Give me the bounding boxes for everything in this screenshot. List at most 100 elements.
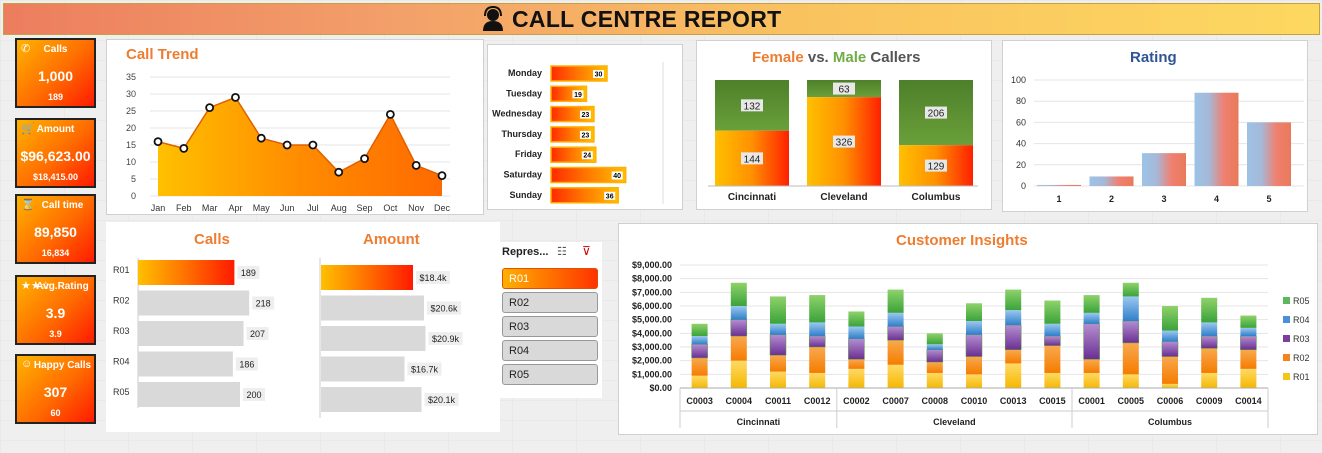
y-tick-label: 80	[1016, 96, 1026, 106]
male-value: 206	[928, 109, 945, 120]
y-tick-label: $0.00	[649, 383, 672, 393]
x-tick-label: Feb	[176, 203, 192, 213]
segment-r03	[1044, 335, 1061, 346]
slicer-item-r01[interactable]: R01	[502, 268, 598, 289]
amount-bar	[321, 265, 413, 290]
city-label: Cleveland	[820, 192, 867, 203]
x-tick-label: Aug	[331, 203, 347, 213]
data-label: 40	[613, 173, 621, 180]
customer-label: C0011	[765, 396, 791, 406]
trend-point	[256, 133, 266, 143]
segment-r01	[809, 372, 826, 388]
x-tick-label: Jun	[280, 203, 295, 213]
y-tick-label: 30	[126, 89, 136, 99]
trend-point	[308, 140, 318, 150]
segment-r04	[1005, 310, 1022, 326]
segment-r04	[1162, 330, 1178, 342]
y-tick-label: $1,000.00	[632, 369, 672, 379]
kpi-label: Avg.Rating	[36, 281, 89, 292]
trend-point	[179, 144, 189, 153]
segment-r01	[730, 360, 747, 388]
amount-value: $20.9k	[432, 334, 460, 344]
trend-point	[437, 171, 447, 181]
headset-person-icon	[483, 6, 503, 31]
segment-r05	[887, 289, 904, 313]
rep-label: R05	[113, 387, 130, 397]
legend-label: R02	[1293, 353, 1310, 363]
calls-value: 207	[250, 329, 265, 339]
segment-r02	[1083, 359, 1100, 373]
segment-r01	[848, 368, 865, 388]
kpi-value: 3.9	[45, 305, 66, 321]
data-label: 23	[582, 132, 590, 139]
kpi-sub-value: 189	[47, 92, 64, 102]
slicer-item-r05[interactable]: R05	[502, 364, 598, 385]
amount-bar	[321, 356, 405, 382]
trend-area	[158, 97, 442, 196]
segment-r05	[1083, 295, 1100, 313]
slicer-item-r04[interactable]: R04	[502, 340, 598, 361]
x-tick-label: Oct	[383, 203, 398, 213]
y-tick-label: $9,000.00	[632, 260, 672, 270]
male-value: 132	[744, 101, 761, 112]
group-label: Cincinnati	[737, 417, 781, 427]
rating-chart: 0 20 40 60 80 100 1 2 3 4 5	[1011, 75, 1304, 204]
trend-point	[411, 161, 421, 170]
x-tick-label: May	[253, 203, 271, 213]
x-tick-label: Dec	[434, 203, 451, 213]
segment-r02	[1044, 345, 1061, 373]
calls-value: 200	[246, 390, 261, 400]
segment-r03	[691, 344, 708, 359]
segment-r05	[1122, 282, 1139, 297]
data-label: 23	[582, 112, 590, 119]
amount-bar	[321, 326, 426, 351]
segment-r04	[926, 344, 943, 350]
group-label: Cleveland	[933, 417, 976, 427]
kpi-card-avg-rating: ★★☆ Avg.Rating 3.9 3.9	[15, 275, 96, 345]
segment-r01	[1005, 363, 1022, 388]
legend-swatch-r05	[1283, 297, 1290, 304]
page-title: CALL CENTRE REPORT	[512, 5, 782, 32]
segment-r04	[1201, 322, 1218, 337]
slicer-item-r03[interactable]: R03	[502, 316, 598, 337]
segment-r05	[1162, 306, 1178, 331]
segment-r03	[1200, 335, 1218, 349]
slicer-item-r02[interactable]: R02	[502, 292, 598, 313]
kpi-sub-value: $18,415.00	[32, 172, 79, 182]
customer-label: C0004	[726, 396, 753, 406]
kpi-value: 89,850	[34, 224, 77, 240]
y-tick-label: 15	[126, 140, 136, 150]
customer-label: C0012	[804, 396, 831, 406]
rep-label: R02	[113, 296, 130, 306]
trend-point	[385, 110, 395, 119]
segment-r01	[1162, 383, 1178, 388]
y-tick-label: 25	[126, 106, 136, 116]
segment-r04	[966, 321, 982, 335]
kpi-value: 1,000	[37, 68, 74, 84]
rating-bar	[1037, 184, 1081, 186]
multi-select-icon[interactable]: ☷	[557, 245, 567, 258]
y-tick-label: $4,000.00	[632, 328, 672, 338]
segment-r04	[1083, 312, 1100, 324]
segment-r05	[691, 323, 708, 337]
segment-r05	[730, 282, 747, 306]
segment-r05	[926, 333, 943, 345]
segment-r01	[926, 372, 943, 388]
y-tick-label: 0	[131, 191, 136, 201]
city-label: Columbus	[912, 192, 961, 203]
calls-bar	[138, 382, 240, 407]
customer-label: C0013	[1000, 396, 1027, 406]
y-tick-label: 5	[131, 174, 136, 184]
segment-r01	[1201, 372, 1218, 388]
legend-label: R03	[1293, 334, 1310, 344]
segment-r03	[1004, 324, 1022, 350]
legend-label: R05	[1293, 296, 1310, 306]
clear-filter-icon[interactable]: ⊽	[582, 244, 591, 258]
segment-r05	[848, 311, 865, 327]
weekday-label: Tuesday	[506, 88, 542, 98]
amount-value: $20.6k	[430, 304, 458, 314]
segment-r01	[1044, 372, 1061, 388]
segment-r03	[730, 319, 748, 337]
segment-r02	[1162, 356, 1178, 384]
rep-label: R04	[113, 357, 130, 367]
